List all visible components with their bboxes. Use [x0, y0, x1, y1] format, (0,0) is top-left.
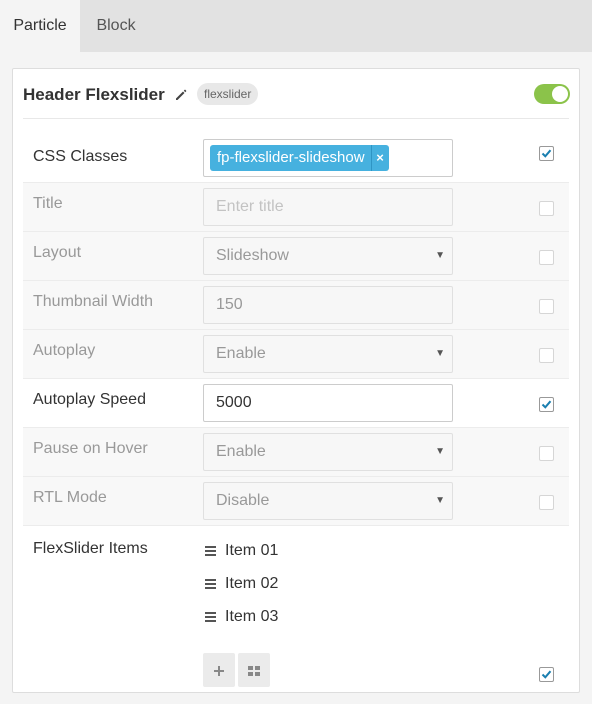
- flexslider-items-label: FlexSlider Items: [33, 540, 148, 557]
- grid-icon: [248, 666, 260, 677]
- thumbnail-width-value: 150: [216, 296, 243, 313]
- particle-title: Header Flexslider: [23, 85, 165, 104]
- row-thumbnail-width: Thumbnail Width 150: [23, 281, 569, 330]
- chevron-down-icon: ▼: [435, 495, 445, 506]
- toggle-knob: [552, 86, 568, 102]
- item-label: Item 02: [225, 575, 279, 592]
- thumbnail-width-label: Thumbnail Width: [33, 293, 154, 310]
- css-class-tag: fp-flexslider-slideshow ×: [210, 145, 389, 171]
- flexslider-items-override-checkbox[interactable]: [539, 667, 554, 682]
- pencil-icon[interactable]: [174, 88, 188, 102]
- autoplay-speed-value: 5000: [216, 394, 252, 411]
- drag-handle-icon: [205, 612, 216, 622]
- item-label: Item 01: [225, 542, 279, 559]
- row-title: Title Enter title: [23, 183, 569, 232]
- row-pause-on-hover: Pause on Hover Enable ▼: [23, 428, 569, 477]
- chevron-down-icon: ▼: [435, 446, 445, 457]
- checkmark-icon: [541, 670, 552, 679]
- css-classes-override-checkbox[interactable]: [539, 146, 554, 161]
- layout-override-checkbox[interactable]: [539, 250, 554, 265]
- rtl-mode-select[interactable]: Disable ▼: [203, 482, 453, 520]
- title-input[interactable]: Enter title: [203, 188, 453, 226]
- pause-on-hover-override-checkbox[interactable]: [539, 446, 554, 461]
- tab-bar: Particle Block: [0, 0, 592, 52]
- autoplay-speed-label: Autoplay Speed: [33, 391, 146, 408]
- row-layout: Layout Slideshow ▼: [23, 232, 569, 281]
- tab-particle[interactable]: Particle: [0, 0, 80, 52]
- layout-label: Layout: [33, 244, 82, 261]
- autoplay-override-checkbox[interactable]: [539, 348, 554, 363]
- add-item-button[interactable]: [203, 653, 235, 687]
- plus-icon: [214, 666, 224, 677]
- row-flexslider-items: FlexSlider Items Item 01 Item 02 Item 03: [23, 526, 569, 692]
- pause-on-hover-value: Enable: [216, 443, 266, 460]
- pause-on-hover-select[interactable]: Enable ▼: [203, 433, 453, 471]
- layout-select[interactable]: Slideshow ▼: [203, 237, 453, 275]
- collection-edit-button[interactable]: [238, 653, 270, 687]
- rtl-mode-label: RTL Mode: [33, 489, 107, 506]
- css-classes-input[interactable]: fp-flexslider-slideshow ×: [203, 139, 453, 177]
- thumbnail-width-input[interactable]: 150: [203, 286, 453, 324]
- title-override-checkbox[interactable]: [539, 201, 554, 216]
- drag-handle-icon: [205, 546, 216, 556]
- enable-toggle[interactable]: [534, 84, 570, 104]
- autoplay-speed-input[interactable]: 5000: [203, 384, 453, 422]
- particle-settings-card: Header Flexslider flexslider CSS Classes…: [12, 68, 580, 693]
- title-label: Title: [33, 195, 63, 212]
- css-class-tag-text: fp-flexslider-slideshow: [217, 149, 365, 166]
- tab-block[interactable]: Block: [80, 0, 152, 52]
- particle-type-badge: flexslider: [197, 83, 259, 105]
- rtl-mode-value: Disable: [216, 492, 270, 509]
- tag-remove-icon[interactable]: ×: [370, 145, 389, 171]
- autoplay-speed-override-checkbox[interactable]: [539, 397, 554, 412]
- thumbnail-width-override-checkbox[interactable]: [539, 299, 554, 314]
- title-placeholder: Enter title: [216, 198, 284, 215]
- autoplay-select[interactable]: Enable ▼: [203, 335, 453, 373]
- checkmark-icon: [541, 149, 552, 158]
- row-rtl-mode: RTL Mode Disable ▼: [23, 477, 569, 526]
- autoplay-label: Autoplay: [33, 342, 96, 359]
- item-label: Item 03: [225, 608, 279, 625]
- row-css-classes: CSS Classes fp-flexslider-slideshow ×: [23, 134, 569, 183]
- checkmark-icon: [541, 400, 552, 409]
- layout-value: Slideshow: [216, 247, 289, 264]
- row-autoplay-speed: Autoplay Speed 5000: [23, 379, 569, 428]
- css-classes-label: CSS Classes: [33, 148, 128, 165]
- chevron-down-icon: ▼: [435, 348, 445, 359]
- chevron-down-icon: ▼: [435, 250, 445, 261]
- row-autoplay: Autoplay Enable ▼: [23, 330, 569, 379]
- pause-on-hover-label: Pause on Hover: [33, 440, 148, 457]
- autoplay-value: Enable: [216, 345, 266, 362]
- card-header: Header Flexslider flexslider: [23, 83, 570, 119]
- drag-handle-icon: [205, 579, 216, 589]
- rtl-mode-override-checkbox[interactable]: [539, 495, 554, 510]
